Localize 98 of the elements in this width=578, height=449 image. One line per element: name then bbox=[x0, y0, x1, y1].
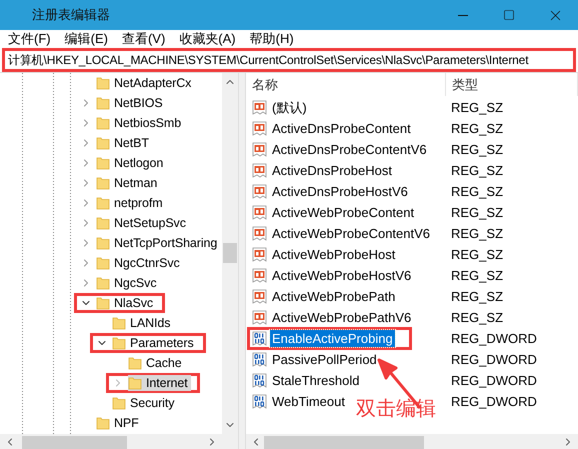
tree-item[interactable]: Parameters bbox=[112, 335, 197, 351]
menu-item[interactable]: 查看(V) bbox=[116, 30, 174, 48]
menu-item[interactable]: 文件(F) bbox=[3, 30, 60, 48]
string-value-icon bbox=[252, 288, 268, 304]
string-value-icon bbox=[252, 142, 268, 158]
tree-item[interactable]: NetbiosSmb bbox=[96, 115, 184, 131]
folder-icon bbox=[112, 396, 126, 410]
column-header[interactable]: 名称 bbox=[246, 73, 446, 96]
value-name[interactable]: ActiveWebProbeHost bbox=[270, 246, 398, 263]
value-type: REG_SZ bbox=[451, 310, 504, 325]
binary-value-icon bbox=[252, 394, 268, 410]
tree-item[interactable]: NetSetupSvc bbox=[96, 215, 189, 231]
tree-item[interactable]: NgcCtnrSvc bbox=[96, 255, 183, 271]
value-name[interactable]: ActiveDnsProbeHost bbox=[270, 162, 394, 179]
minimize-icon bbox=[458, 14, 468, 16]
folder-icon bbox=[96, 156, 110, 170]
folder-icon bbox=[96, 416, 110, 430]
value-type: REG_SZ bbox=[451, 142, 504, 157]
tree-item[interactable]: Internet bbox=[128, 375, 191, 391]
tree-item[interactable]: NetBT bbox=[96, 135, 152, 151]
value-name[interactable]: ActiveDnsProbeHostV6 bbox=[270, 183, 410, 200]
tree-item[interactable]: LANIds bbox=[112, 315, 174, 331]
menu-item[interactable]: 收藏夹(A) bbox=[174, 30, 245, 48]
string-value-icon bbox=[252, 100, 268, 116]
value-name[interactable]: WebTimeout bbox=[270, 393, 347, 410]
value-type: REG_SZ bbox=[451, 163, 504, 178]
folder-icon bbox=[96, 76, 110, 90]
value-type: REG_SZ bbox=[451, 184, 504, 199]
tree-item[interactable]: Netman bbox=[96, 175, 160, 191]
tree-item[interactable]: NgcSvc bbox=[96, 275, 160, 291]
binary-value-icon bbox=[252, 352, 268, 368]
value-type: REG_DWORD bbox=[451, 373, 538, 388]
value-type: REG_DWORD bbox=[451, 352, 538, 367]
folder-icon bbox=[112, 336, 126, 350]
value-name[interactable]: ActiveDnsProbeContent bbox=[270, 120, 413, 137]
folder-icon bbox=[96, 176, 110, 190]
binary-value-icon bbox=[252, 330, 268, 346]
folder-icon bbox=[96, 256, 110, 270]
tree-item[interactable]: netprofm bbox=[96, 195, 166, 211]
folder-icon bbox=[96, 296, 110, 310]
folder-icon bbox=[128, 356, 142, 370]
value-type: REG_DWORD bbox=[451, 331, 538, 346]
folder-icon bbox=[96, 96, 110, 110]
horizontal-scrollbar[interactable] bbox=[0, 434, 222, 449]
value-name[interactable]: ActiveWebProbeContentV6 bbox=[270, 225, 432, 242]
tree-item[interactable]: NetBIOS bbox=[96, 95, 166, 111]
string-value-icon bbox=[252, 268, 268, 284]
folder-icon bbox=[96, 136, 110, 150]
folder-icon bbox=[96, 216, 110, 230]
folder-icon bbox=[96, 196, 110, 210]
value-name[interactable]: ActiveWebProbePathV6 bbox=[270, 309, 414, 326]
scrollbar-thumb[interactable] bbox=[223, 243, 237, 263]
tree-item[interactable]: NetTcpPortSharing bbox=[96, 235, 220, 251]
string-value-icon bbox=[252, 226, 268, 242]
value-name[interactable]: ActiveWebProbePath bbox=[270, 288, 398, 305]
value-type: REG_SZ bbox=[451, 226, 504, 241]
menu-item[interactable]: 帮助(H) bbox=[244, 30, 303, 48]
folder-icon bbox=[128, 376, 142, 390]
value-type: REG_SZ bbox=[451, 100, 504, 115]
string-value-icon bbox=[252, 184, 268, 200]
value-name[interactable]: EnableActiveProbing bbox=[270, 330, 395, 347]
tree-item[interactable]: NlaSvc bbox=[96, 295, 156, 311]
value-name[interactable]: StaleThreshold bbox=[270, 372, 362, 389]
vertical-scrollbar[interactable] bbox=[222, 73, 238, 434]
string-value-icon bbox=[252, 310, 268, 326]
value-type: REG_SZ bbox=[451, 205, 504, 220]
folder-icon bbox=[96, 116, 110, 130]
value-name[interactable]: ActiveWebProbeHostV6 bbox=[270, 267, 414, 284]
string-value-icon bbox=[252, 162, 268, 178]
tree-item[interactable]: Netlogon bbox=[96, 155, 166, 171]
menu-item[interactable]: 编辑(E) bbox=[60, 30, 117, 48]
folder-icon bbox=[96, 276, 110, 290]
tree-item[interactable]: Security bbox=[112, 395, 178, 411]
binary-value-icon bbox=[252, 372, 268, 388]
folder-icon bbox=[112, 316, 126, 330]
scrollbar-thumb[interactable] bbox=[22, 436, 127, 449]
column-header[interactable]: 类型 bbox=[446, 73, 578, 96]
scrollbar-thumb[interactable] bbox=[264, 436, 424, 449]
value-name[interactable]: PassivePollPeriod bbox=[270, 351, 379, 368]
address-field[interactable]: 计算机\HKEY_LOCAL_MACHINE\SYSTEM\CurrentControlSet\Services\NlaSvc\Parameters\Internet bbox=[2, 48, 576, 72]
tree-item[interactable]: Cache bbox=[128, 355, 185, 371]
string-value-icon bbox=[252, 120, 268, 136]
window-title: 注册表编辑器 bbox=[32, 6, 111, 24]
value-name[interactable]: ActiveWebProbeContent bbox=[270, 204, 416, 221]
value-type: REG_SZ bbox=[451, 289, 504, 304]
string-value-icon bbox=[252, 246, 268, 262]
maximize-icon bbox=[503, 9, 515, 21]
value-name[interactable]: ActiveDnsProbeContentV6 bbox=[270, 141, 429, 158]
tree-item[interactable]: NetAdapterCx bbox=[96, 75, 194, 91]
value-name[interactable]: (默认) bbox=[270, 98, 309, 118]
tree-item[interactable]: NPF bbox=[96, 415, 142, 431]
string-value-icon bbox=[252, 204, 268, 220]
value-type: REG_DWORD bbox=[451, 394, 538, 409]
folder-icon bbox=[96, 236, 110, 250]
value-type: REG_SZ bbox=[451, 247, 504, 262]
value-type: REG_SZ bbox=[451, 268, 504, 283]
value-type: REG_SZ bbox=[451, 121, 504, 136]
horizontal-scrollbar[interactable] bbox=[246, 434, 578, 449]
